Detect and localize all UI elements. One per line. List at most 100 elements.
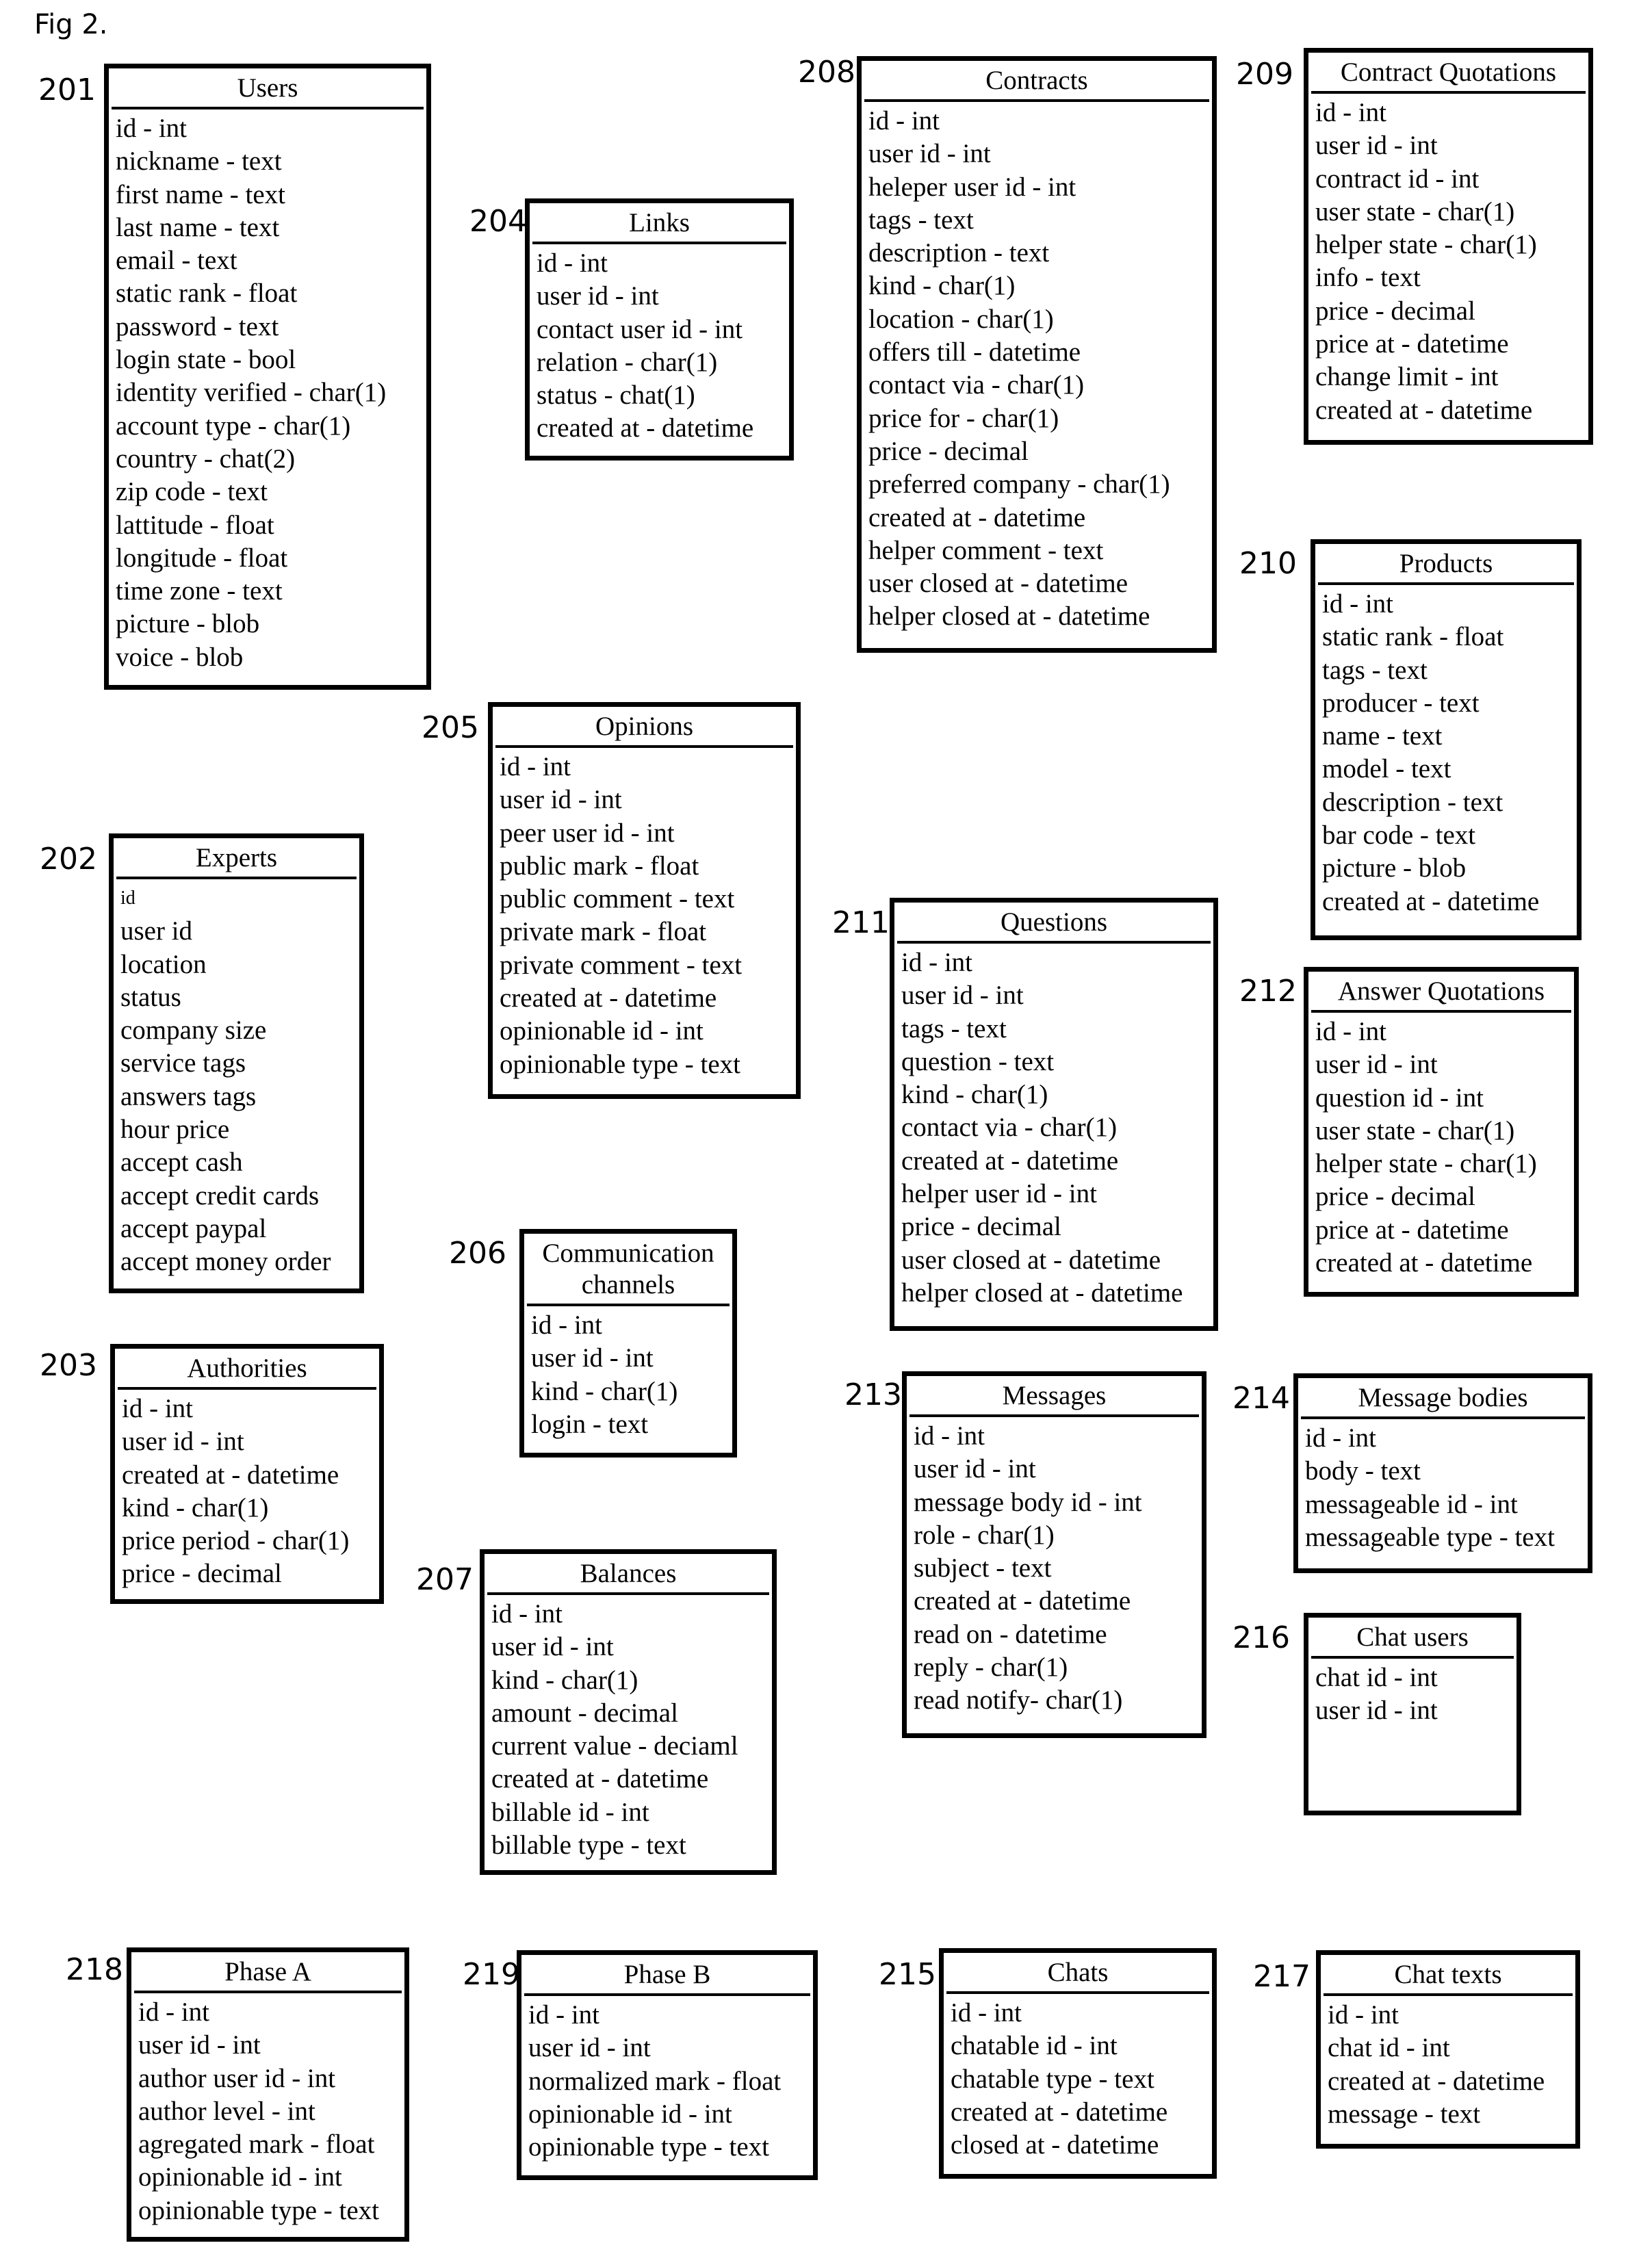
entity-field: chatable type - text (951, 2064, 1154, 2094)
entity-field: account type - char(1) (116, 411, 351, 441)
entity-field: contact user id - int (537, 314, 743, 344)
entity-field: opinionable type - text (528, 2132, 769, 2162)
entity-field: id - int (138, 1997, 209, 2027)
entity-title: Links (532, 203, 786, 244)
entity-field: answers tags (120, 1081, 257, 1111)
entity-field: id - int (531, 1310, 602, 1340)
entity-field: accept cash (120, 1148, 243, 1178)
entity-field: first name - text (116, 179, 285, 209)
entity-field: kind - char(1) (868, 271, 1016, 301)
entity-title: Answer Quotations (1311, 972, 1571, 1013)
entity-phase-a: Phase A id - int user id - int author user… (127, 1947, 409, 2242)
entity-field: question id - int (1315, 1083, 1484, 1113)
ref-204: 204 (469, 204, 527, 239)
entity-title: Messages (909, 1376, 1199, 1417)
entity-field: opinionable id - int (138, 2162, 342, 2192)
entity-field: location - char(1) (868, 304, 1054, 334)
entity-field: email - text (116, 246, 237, 276)
entity-users: Users id - int nickname - text first name … (104, 64, 431, 690)
field-list: id - int user id - int created at - dateti… (115, 1390, 379, 1591)
entity-field: price at - datetime (1315, 329, 1509, 359)
entity-title-line1: Communication (542, 1239, 714, 1268)
entity-field: id - int (1322, 589, 1393, 619)
entity-opinions: Opinions id - int user id - int peer user … (488, 702, 801, 1099)
entity-field: picture - blob (1322, 853, 1467, 883)
entity-products: Products id - int static rank - float tags… (1311, 539, 1582, 940)
entity-field: user id - int (500, 785, 622, 815)
entity-contracts: Contracts id - int user id - int heleper u… (857, 56, 1217, 653)
entity-field: created at - datetime (491, 1764, 709, 1794)
entity-field: longitude - float (116, 543, 288, 573)
entity-field: name - text (1322, 721, 1443, 751)
entity-field: helper user id - int (901, 1179, 1097, 1209)
field-list: id - int chatable id - int chatable type -… (944, 1994, 1212, 2162)
entity-chat-texts: Chat texts id - int chat id - int created … (1316, 1950, 1580, 2149)
entity-field: id - int (1305, 1423, 1376, 1453)
entity-field: nickname - text (116, 146, 282, 177)
entity-field: price period - char(1) (122, 1526, 350, 1556)
entity-field: heleper user id - int (868, 172, 1076, 202)
entity-field: agregated mark - float (138, 2129, 375, 2160)
field-list: id - int chat id - int created at - dateti… (1321, 1996, 1575, 2131)
entity-field: message - text (1328, 2099, 1481, 2129)
entity-field: opinionable id - int (500, 1016, 704, 1046)
field-list: id - int user id - int heleper user id - i… (862, 102, 1212, 634)
entity-field: author level - int (138, 2096, 315, 2126)
field-list: id - int nickname - text first name - text… (109, 109, 426, 674)
ref-209: 209 (1236, 57, 1293, 92)
entity-title: Phase B (524, 1955, 810, 1996)
ref-205: 205 (422, 710, 479, 745)
entity-field: created at - datetime (122, 1460, 339, 1490)
entity-title: Authorities (118, 1349, 376, 1390)
entity-field: model - text (1322, 754, 1451, 784)
entity-field: accept money order (120, 1247, 331, 1277)
entity-title: Chat texts (1324, 1955, 1573, 1996)
field-list: id - int user id - int kind - char(1) amoun… (485, 1595, 772, 1862)
entity-field: price at - datetime (1315, 1215, 1509, 1245)
entity-field: id - int (122, 1394, 193, 1423)
entity-field: price for - char(1) (868, 403, 1059, 433)
entity-field: service tags (120, 1048, 246, 1078)
entity-field: user closed at - datetime (901, 1245, 1161, 1275)
entity-field: user id - int (1315, 131, 1438, 161)
entity-field: price - decimal (122, 1559, 282, 1589)
entity-field: price - decimal (868, 436, 1029, 466)
entity-field: chat id - int (1315, 1663, 1438, 1692)
field-list: id - int user id - int contact user id - i… (530, 244, 789, 445)
entity-title: Experts (116, 838, 357, 879)
entity-field: password - text (116, 311, 279, 341)
entity-field: created at - datetime (1315, 395, 1533, 425)
entity-field: accept credit cards (120, 1180, 320, 1210)
entity-field: messageable id - int (1305, 1489, 1518, 1519)
entity-field: normalized mark - float (528, 2066, 782, 2096)
entity-field: chatable id - int (951, 2031, 1118, 2061)
ref-213: 213 (844, 1377, 902, 1412)
entity-field: closed at - datetime (951, 2130, 1159, 2160)
entity-field: message body id - int (914, 1487, 1142, 1517)
entity-field: user id - int (901, 981, 1024, 1011)
entity-field: static rank - float (1322, 622, 1504, 652)
entity-experts: Experts id user id location status company s… (109, 833, 364, 1293)
entity-field: user id - int (868, 139, 991, 169)
entity-field: id - int (1315, 98, 1386, 127)
entity-field: status (120, 982, 181, 1012)
ref-216: 216 (1232, 1620, 1290, 1655)
field-list: id user id location status company size servi… (114, 879, 359, 1279)
entity-field: id - int (901, 948, 972, 977)
field-list: id - int user id - int kind - char(1) login… (524, 1306, 732, 1441)
entity-field: kind - char(1) (901, 1080, 1048, 1110)
entity-field: change limit - int (1315, 362, 1499, 392)
entity-field: time zone - text (116, 576, 283, 606)
ref-207: 207 (416, 1562, 474, 1597)
entity-title: Balances (487, 1554, 769, 1595)
entity-field: description - text (1322, 787, 1503, 817)
entity-field: user id - int (1315, 1696, 1438, 1726)
entity-field: contact via - char(1) (868, 370, 1085, 400)
entity-field: contract id - int (1315, 164, 1480, 194)
entity-field: user id (120, 916, 193, 946)
entity-title: Chat users (1311, 1618, 1514, 1659)
entity-field: amount - decimal (491, 1698, 678, 1728)
entity-field: tags - text (868, 205, 974, 235)
entity-field: created at - datetime (1322, 886, 1540, 916)
ref-218: 218 (66, 1952, 123, 1987)
